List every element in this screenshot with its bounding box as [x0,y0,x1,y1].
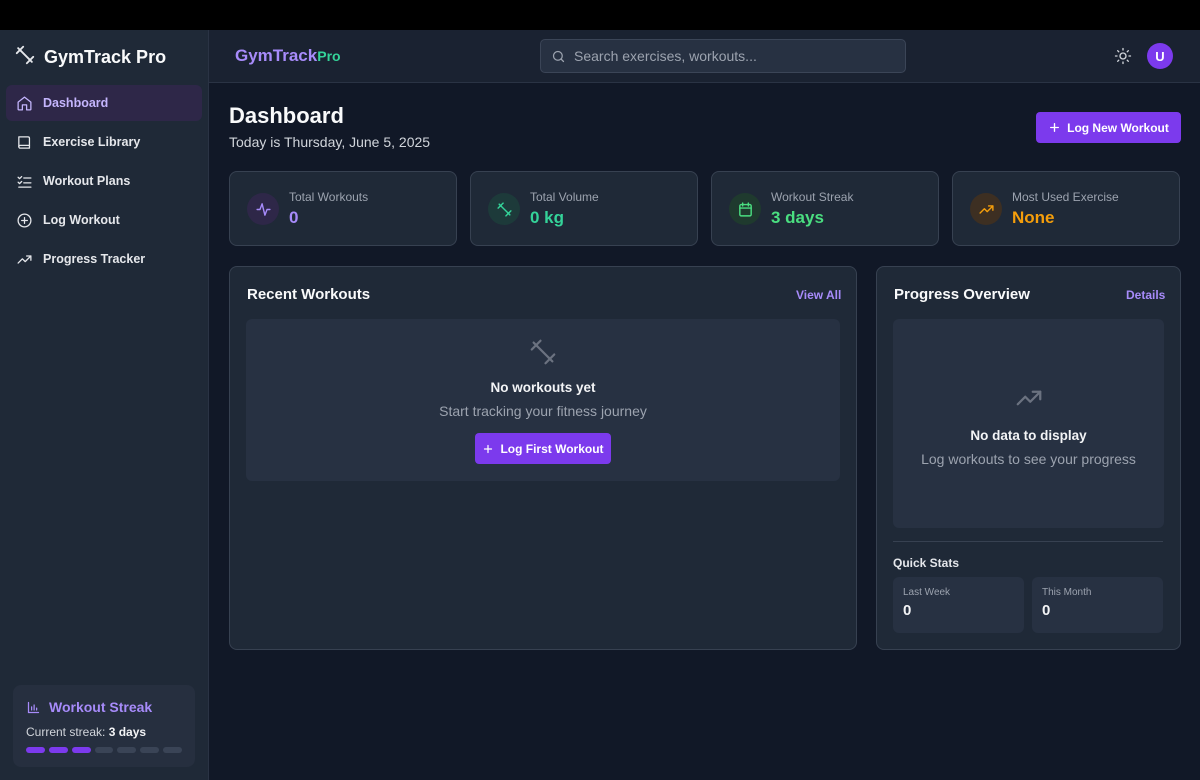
log-new-workout-button[interactable]: Log New Workout [1036,112,1181,143]
progress-overview-panel: Progress Overview Details No data to dis… [876,266,1181,650]
streak-segment [26,747,45,753]
brand-name: GymTrack Pro [44,47,167,67]
stat-card-workout-streak: Workout Streak 3 days [711,171,939,246]
header-logo[interactable]: GymTrackPro [235,46,341,66]
quick-stat-value: 0 [903,602,912,619]
sun-icon [1114,47,1132,65]
activity-icon [255,202,271,216]
recent-workouts-panel: Recent Workouts View All No workouts yet… [229,266,857,650]
log-new-workout-label: Log New Workout [1067,120,1169,135]
theme-toggle-button[interactable] [1114,47,1132,65]
sidebar: GymTrack Pro Dashboard Exercise Library … [0,30,209,780]
streak-segment [163,747,183,753]
book-icon [18,135,31,149]
empty-title: No data to display [970,428,1087,443]
top-header: GymTrackPro U [209,30,1200,83]
stat-value: None [1012,208,1055,227]
sidebar-nav: Dashboard Exercise Library Workout Plans… [6,85,202,280]
stat-value: 3 days [771,208,824,227]
streak-title-label: Workout Streak [49,699,153,715]
sidebar-item-workout-plans[interactable]: Workout Plans [6,163,202,199]
trending-up-icon [978,204,994,214]
empty-subtitle: Start tracking your fitness journey [439,403,647,419]
list-check-icon [17,175,32,188]
trending-up-icon [1016,390,1041,406]
divider [893,541,1163,542]
stat-value: 0 [289,208,299,227]
header-logo-main: GymTrack [235,46,318,65]
page-title: Dashboard [229,103,344,128]
streak-card-title: Workout Streak [26,699,182,715]
bar-chart-icon [27,701,40,713]
empty-icon-wrap [246,337,840,372]
sidebar-item-exercise-library[interactable]: Exercise Library [6,124,202,160]
quick-stat-label: This Month [1042,587,1092,598]
home-icon [17,95,32,111]
sidebar-item-progress-tracker[interactable]: Progress Tracker [6,241,202,277]
stat-icon-wrap [729,193,761,225]
sidebar-item-label: Progress Tracker [43,252,146,266]
recent-empty-state: No workouts yet Start tracking your fitn… [246,319,840,481]
log-first-workout-label: Log First Workout [500,441,604,456]
plus-icon [1050,123,1060,132]
sidebar-item-log-workout[interactable]: Log Workout [6,202,202,238]
dumbbell-icon [530,339,556,365]
streak-segment [48,747,68,753]
search-box [540,39,906,73]
stat-label: Most Used Exercise [1012,190,1119,204]
view-all-link[interactable]: View All [796,288,841,302]
header-logo-suffix: Pro [317,48,341,64]
dumbbell-icon [14,44,36,71]
stat-card-most-used-exercise: Most Used Exercise None [952,171,1180,246]
sidebar-item-dashboard[interactable]: Dashboard [6,85,202,121]
streak-segment [117,747,137,753]
streak-current-prefix: Current streak: [26,725,106,739]
sidebar-streak-card: Workout Streak Current streak: 3 days [13,685,195,767]
streak-segment [94,747,114,753]
sidebar-item-label: Dashboard [43,96,109,110]
main-content: Dashboard Today is Thursday, June 5, 202… [209,83,1200,780]
window-top-bar [0,0,1200,30]
details-link[interactable]: Details [1126,288,1165,302]
panel-title: Recent Workouts [247,286,371,303]
search-icon [552,50,565,62]
stat-icon-wrap [247,193,279,225]
stat-icon-wrap [970,193,1002,225]
stat-label: Total Volume [530,190,599,204]
streak-current-value: 3 days [108,725,147,739]
streak-progress [26,747,183,753]
empty-subtitle: Log workouts to see your progress [921,451,1136,467]
sidebar-item-label: Workout Plans [43,174,131,188]
plus-icon [484,444,493,453]
search-input[interactable] [574,48,874,64]
stat-icon-wrap [488,193,520,225]
page-subtitle: Today is Thursday, June 5, 2025 [229,134,431,150]
stat-label: Workout Streak [771,190,854,204]
streak-current: Current streak: 3 days [26,725,182,739]
streak-segment [140,747,160,753]
quick-stat-this-month: This Month 0 [1032,577,1163,633]
avatar[interactable]: U [1147,43,1173,69]
dumbbell-icon [496,201,512,217]
calendar-icon [738,201,752,217]
sidebar-brand[interactable]: GymTrack Pro [14,44,166,71]
sidebar-item-label: Exercise Library [43,135,141,149]
empty-title: No workouts yet [490,380,596,395]
trending-up-icon [17,254,32,264]
quick-stat-value: 0 [1042,602,1051,619]
progress-empty-state: No data to display Log workouts to see y… [893,319,1164,528]
panel-title: Progress Overview [894,286,1030,303]
sidebar-item-label: Log Workout [43,213,120,227]
quick-stat-label: Last Week [903,587,951,598]
plus-circle-icon [17,212,32,228]
quick-stat-last-week: Last Week 0 [893,577,1024,633]
streak-segment [71,747,91,753]
log-first-workout-button[interactable]: Log First Workout [475,433,611,464]
stat-card-total-workouts: Total Workouts 0 [229,171,457,246]
empty-icon-wrap [893,383,1164,418]
stat-value: 0 kg [530,208,565,227]
stat-label: Total Workouts [289,190,369,204]
stat-card-total-volume: Total Volume 0 kg [470,171,698,246]
quick-stats-title: Quick Stats [893,556,960,570]
